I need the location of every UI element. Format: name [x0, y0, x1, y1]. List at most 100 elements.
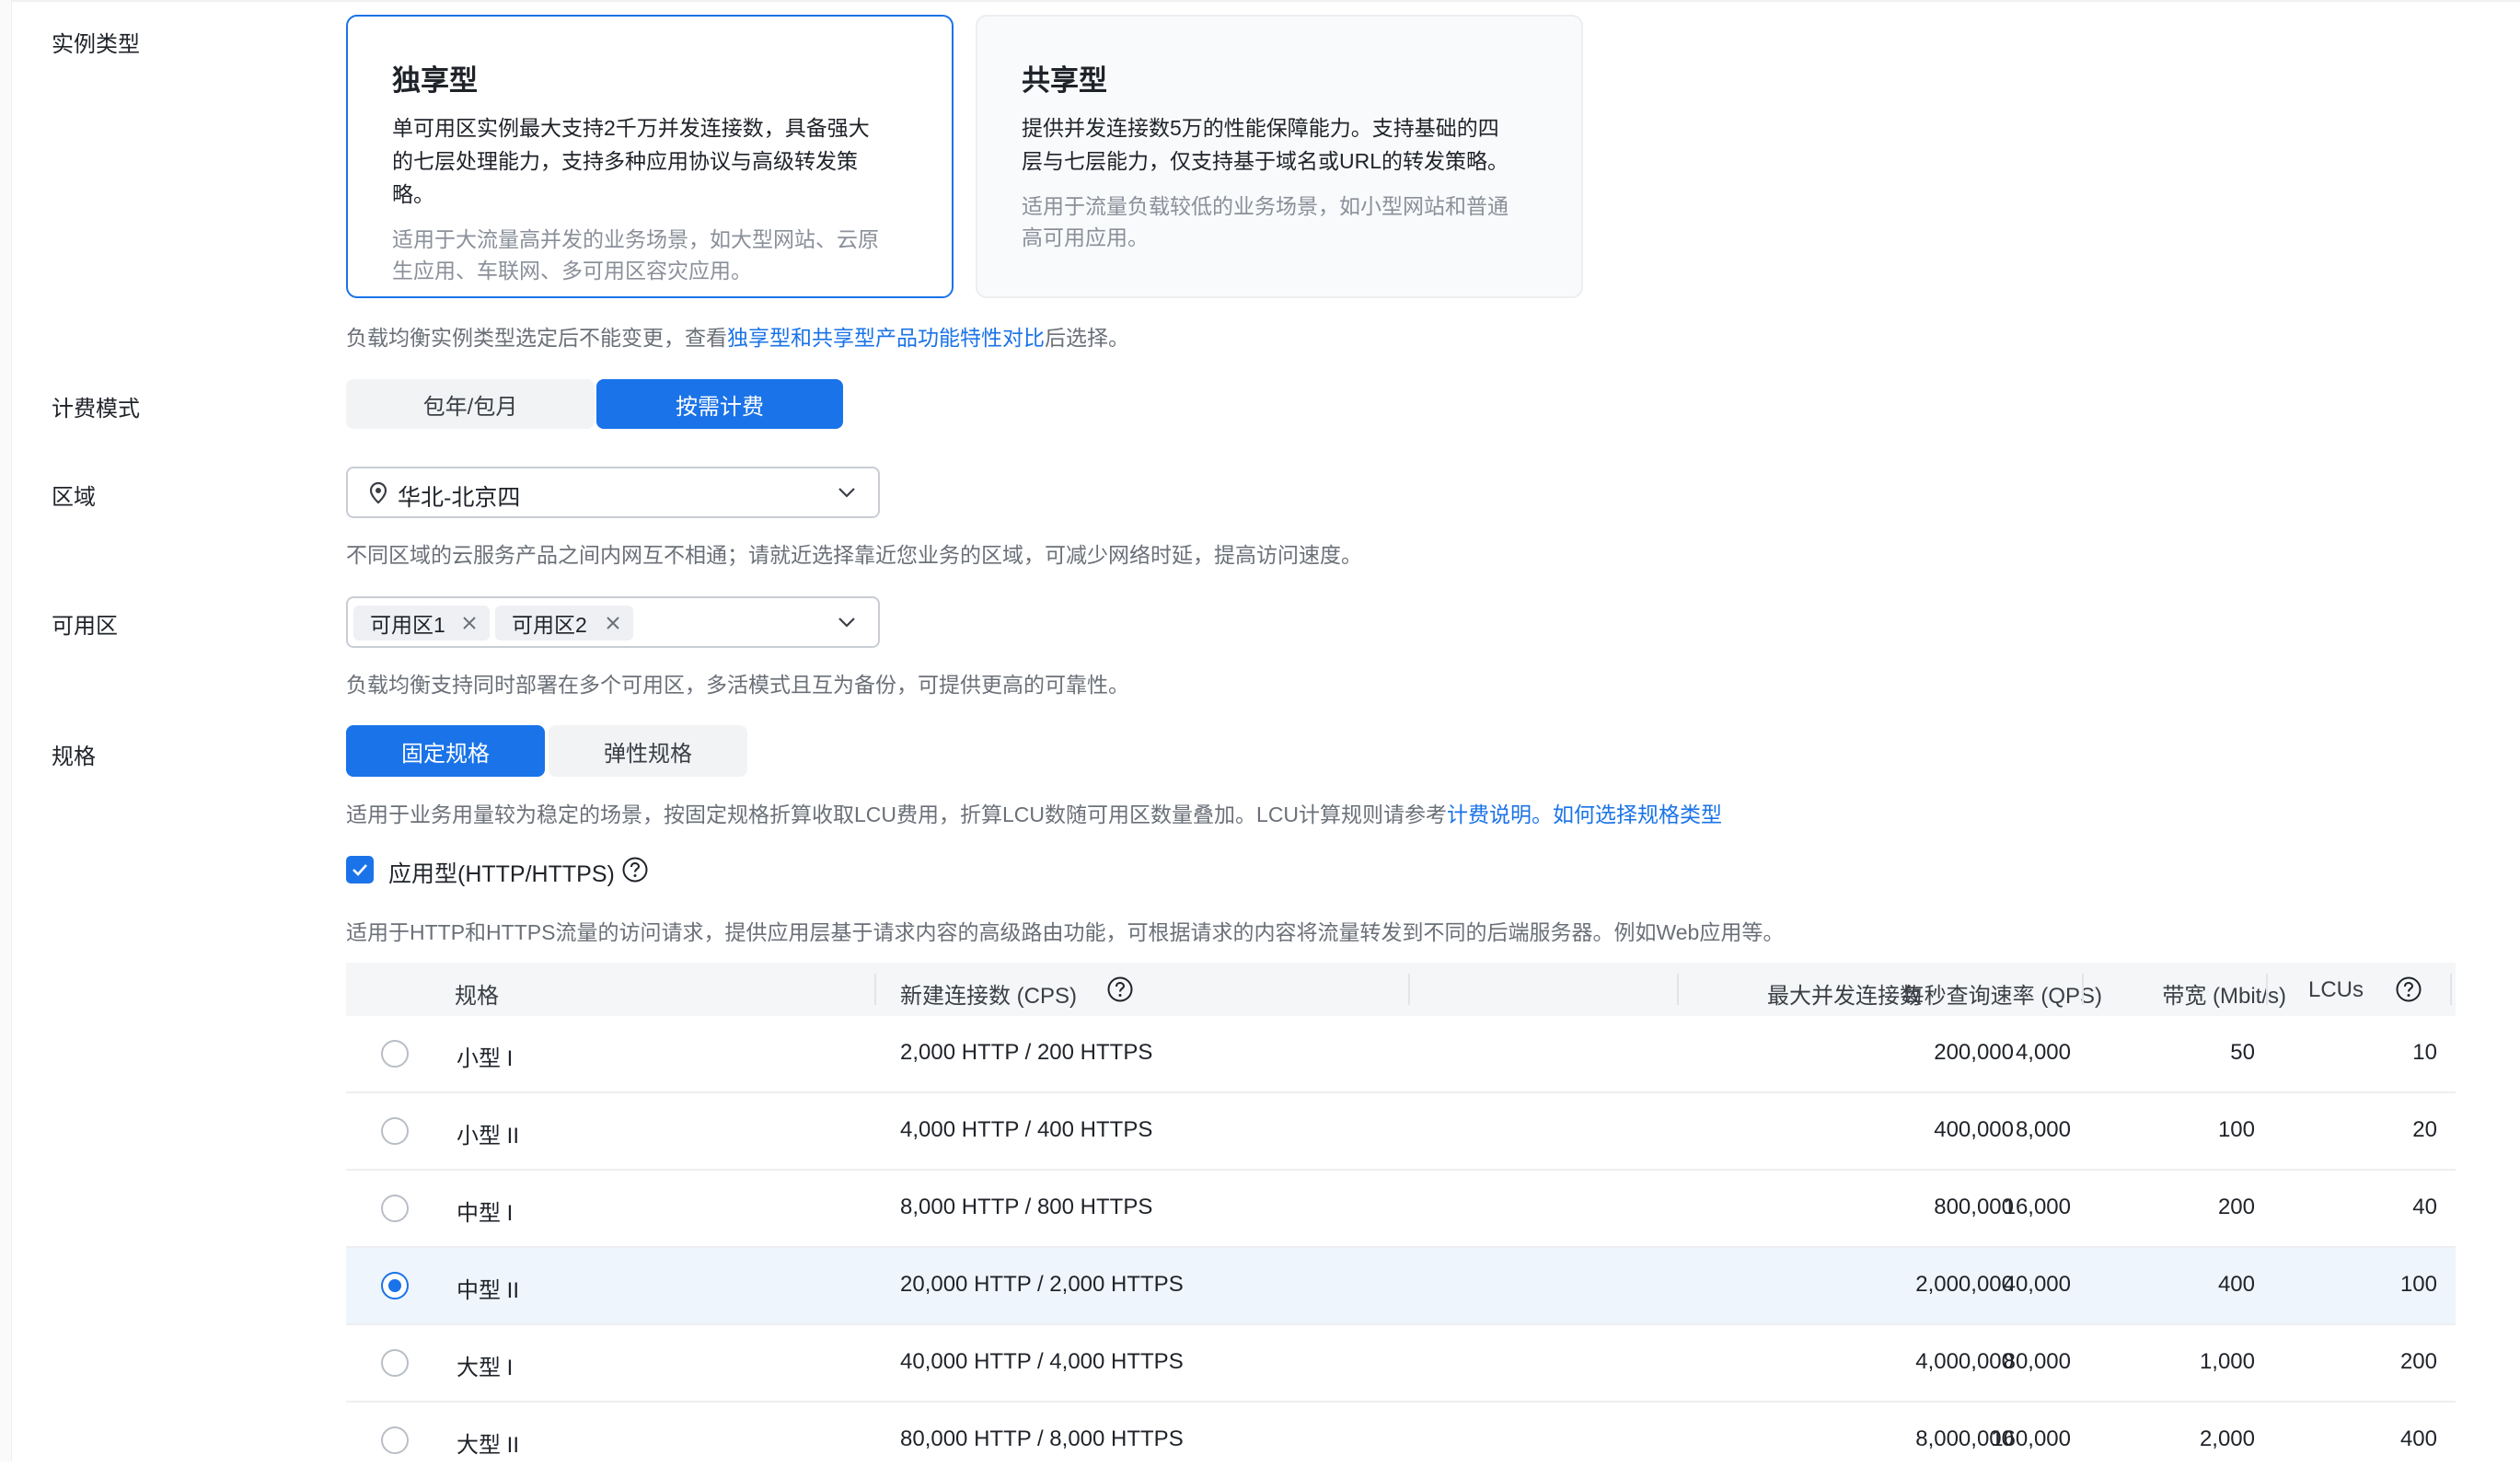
col-header-spec: 规格 — [455, 984, 499, 1009]
left-edge — [0, 0, 12, 1461]
cell-lcus: 400 — [2399, 1426, 2437, 1451]
app-type-hint: 适用于HTTP和HTTPS流量的访问请求，提供应用层基于请求内容的高级路由功能，… — [346, 920, 1785, 944]
cell-cps: 20,000 HTTP / 2,000 HTTPS — [900, 1272, 1184, 1297]
hint-separator: 。 — [1532, 803, 1554, 826]
region-label: 区域 — [52, 485, 96, 510]
check-icon — [353, 864, 367, 876]
cell-lcus: 40 — [2412, 1195, 2437, 1219]
column-divider — [2082, 974, 2084, 1005]
card-title: 独享型 — [392, 64, 478, 97]
cell-spec: 中型 I — [457, 1201, 514, 1226]
chevron-down-icon — [838, 618, 855, 628]
col-header-qps: 每秒查询速率 (QPS) — [1902, 984, 2102, 1009]
choose-spec-link[interactable]: 如何选择规格类型 — [1553, 803, 1722, 826]
cell-lcus: 200 — [2399, 1349, 2437, 1374]
location-pin-icon — [369, 481, 387, 504]
col-header-lcus: LCUs — [2308, 977, 2364, 1002]
cell-bandwidth: 400 — [2217, 1272, 2255, 1297]
card-description: 单可用区实例最大支持2千万并发连接数，具备强大 的七层处理能力，支持多种应用协议… — [392, 111, 907, 211]
help-icon[interactable] — [621, 856, 649, 883]
use-line: 生应用、车联网、多可用区容灾应用。 — [392, 259, 752, 283]
elastic-spec-button[interactable]: 弹性规格 — [549, 725, 747, 777]
help-icon[interactable] — [2395, 976, 2422, 1003]
cell-spec: 小型 II — [457, 1124, 520, 1149]
row-radio[interactable] — [381, 1040, 409, 1068]
use-line: 高可用应用。 — [1022, 225, 1149, 249]
close-icon[interactable] — [460, 614, 479, 632]
desc-line: 略。 — [392, 182, 434, 206]
az-tag-label: 可用区1 — [370, 613, 445, 637]
app-type-label: 应用型(HTTP/HTTPS) — [388, 861, 615, 887]
fixed-spec-button[interactable]: 固定规格 — [346, 725, 545, 777]
shared-instance-card[interactable]: 共享型 提供并发连接数5万的性能保障能力。支持基础的四 层与七层能力，仅支持基于… — [976, 15, 1583, 298]
row-radio[interactable] — [381, 1195, 409, 1222]
cell-bandwidth: 1,000 — [2199, 1349, 2255, 1374]
hint-text: 适用于业务用量较为稳定的场景，按固定规格折算收取LCU费用，折算LCU数随可用区… — [346, 803, 1448, 826]
desc-line: 的七层处理能力，支持多种应用协议与高级转发策 — [392, 149, 858, 173]
cell-bandwidth: 2,000 — [2199, 1426, 2255, 1451]
cell-cps: 40,000 HTTP / 4,000 HTTPS — [900, 1349, 1184, 1374]
region-hint: 不同区域的云服务产品之间内网互不相通；请就近选择靠近您业务的区域，可减少网络时延… — [346, 543, 1362, 567]
cell-max-conn: 400,000 — [1934, 1117, 2014, 1142]
row-radio[interactable] — [381, 1117, 409, 1145]
use-line: 适用于大流量高并发的业务场景，如大型网站、云原 — [392, 227, 879, 251]
dedicated-instance-card[interactable]: 独享型 单可用区实例最大支持2千万并发连接数，具备强大 的七层处理能力，支持多种… — [346, 15, 954, 298]
table-row-selected[interactable]: 中型 II 20,000 HTTP / 2,000 HTTPS 2,000,00… — [346, 1248, 2456, 1325]
cell-cps: 80,000 HTTP / 8,000 HTTPS — [900, 1426, 1184, 1451]
cell-bandwidth: 50 — [2230, 1040, 2255, 1065]
cell-max-conn: 200,000 — [1934, 1040, 2014, 1065]
table-row[interactable]: 大型 II 80,000 HTTP / 8,000 HTTPS 8,000,00… — [346, 1403, 2456, 1478]
desc-line: 提供并发连接数5万的性能保障能力。支持基础的四 — [1022, 116, 1499, 140]
region-value: 华北-北京四 — [398, 485, 521, 511]
row-radio[interactable] — [381, 1349, 409, 1377]
column-divider — [2450, 974, 2452, 1005]
az-tag: 可用区1 — [353, 606, 490, 641]
table-row[interactable]: 小型 I 2,000 HTTP / 200 HTTPS 200,000 4,00… — [346, 1016, 2456, 1093]
cell-lcus: 100 — [2399, 1272, 2437, 1297]
az-multiselect[interactable]: 可用区1 可用区2 — [346, 596, 880, 648]
cell-qps: 4,000 — [2015, 1040, 2071, 1065]
desc-line: 单可用区实例最大支持2千万并发连接数，具备强大 — [392, 116, 870, 140]
col-header-cps: 新建连接数 (CPS) — [900, 984, 1077, 1009]
help-icon[interactable] — [1106, 976, 1134, 1003]
card-title: 共享型 — [1022, 64, 1107, 97]
cell-max-conn: 4,000,000 — [1915, 1349, 2014, 1374]
desc-line: 层与七层能力，仅支持基于域名或URL的转发策略。 — [1022, 149, 1509, 173]
region-select[interactable]: 华北-北京四 — [346, 467, 880, 518]
billing-doc-link[interactable]: 计费说明 — [1447, 803, 1532, 826]
cell-cps: 2,000 HTTP / 200 HTTPS — [900, 1040, 1153, 1065]
az-tag-label: 可用区2 — [512, 613, 587, 637]
column-divider — [1677, 974, 1679, 1005]
close-icon[interactable] — [604, 614, 622, 632]
cell-qps: 40,000 — [2003, 1272, 2071, 1297]
cell-lcus: 20 — [2412, 1117, 2437, 1142]
cell-qps: 80,000 — [2003, 1349, 2071, 1374]
table-row[interactable]: 小型 II 4,000 HTTP / 400 HTTPS 400,000 8,0… — [346, 1093, 2456, 1171]
billing-on-demand-button[interactable]: 按需计费 — [596, 379, 843, 429]
cell-cps: 8,000 HTTP / 800 HTTPS — [900, 1195, 1153, 1219]
az-hint: 负载均衡支持同时部署在多个可用区，多活模式且互为备份，可提供更高的可靠性。 — [346, 673, 1129, 697]
billing-yearly-monthly-button[interactable]: 包年/包月 — [346, 379, 595, 429]
hint-text: 负载均衡实例类型选定后不能变更，查看 — [346, 326, 727, 350]
cell-max-conn: 800,000 — [1934, 1195, 2014, 1219]
top-divider — [0, 0, 2520, 2]
spec-label: 规格 — [52, 745, 96, 769]
app-type-checkbox[interactable] — [346, 856, 374, 883]
compare-link[interactable]: 独享型和共享型产品功能特性对比 — [727, 326, 1045, 350]
chevron-down-icon — [838, 488, 855, 498]
card-description: 提供并发连接数5万的性能保障能力。支持基础的四 层与七层能力，仅支持基于域名或U… — [1022, 111, 1537, 178]
cell-spec: 大型 II — [457, 1433, 520, 1458]
instance-type-hint: 负载均衡实例类型选定后不能变更，查看独享型和共享型产品功能特性对比后选择。 — [346, 320, 1129, 352]
row-radio[interactable] — [381, 1426, 409, 1454]
column-divider — [1408, 974, 1410, 1005]
col-header-max-conn: 最大并发连接数 — [1767, 984, 1922, 1009]
billing-mode-label: 计费模式 — [52, 397, 140, 421]
table-row[interactable]: 大型 I 40,000 HTTP / 4,000 HTTPS 4,000,000… — [346, 1325, 2456, 1403]
instance-type-label: 实例类型 — [52, 32, 140, 57]
row-radio-selected[interactable] — [381, 1272, 409, 1299]
table-row[interactable]: 中型 I 8,000 HTTP / 800 HTTPS 800,000 16,0… — [346, 1171, 2456, 1248]
az-tag: 可用区2 — [495, 606, 633, 641]
cell-spec: 中型 II — [457, 1278, 520, 1303]
cell-cps: 4,000 HTTP / 400 HTTPS — [900, 1117, 1153, 1142]
spec-hint: 适用于业务用量较为稳定的场景，按固定规格折算收取LCU费用，折算LCU数随可用区… — [346, 797, 1722, 828]
